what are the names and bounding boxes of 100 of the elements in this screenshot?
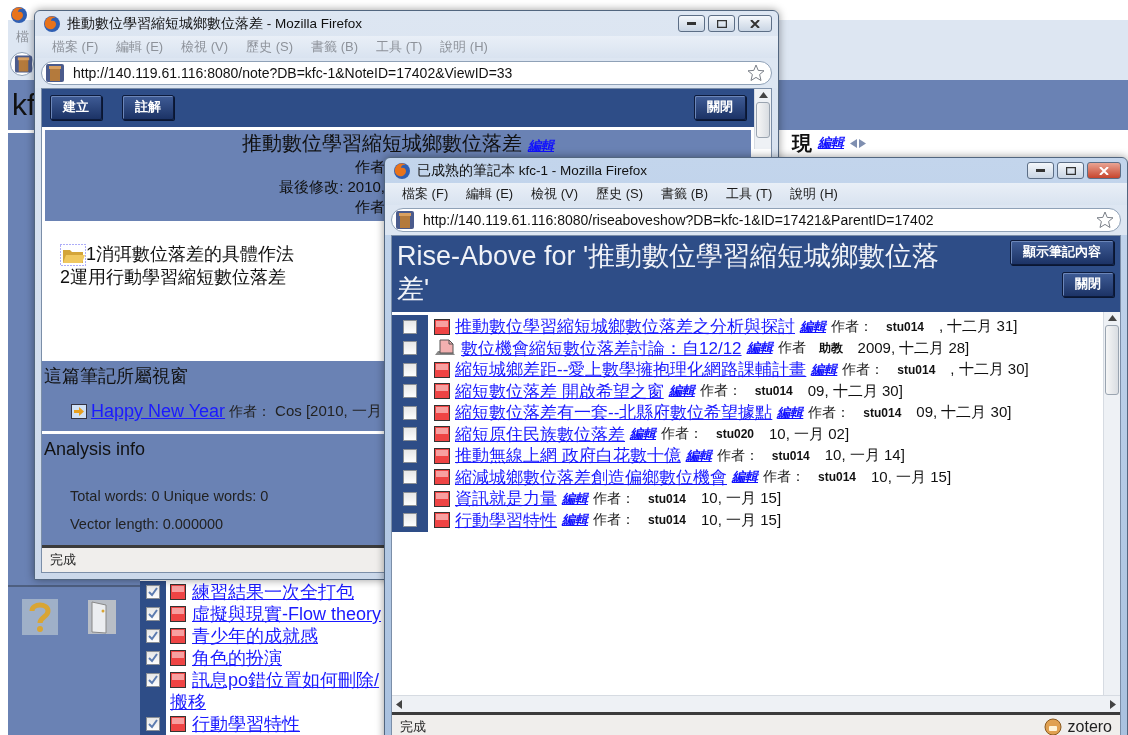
addon-icon[interactable] (1043, 718, 1062, 735)
close-button[interactable] (1087, 162, 1121, 179)
edit-link[interactable]: 編輯 (811, 360, 838, 379)
note-link[interactable]: 練習結果一次全打包 (170, 581, 385, 603)
edit-link[interactable]: 編輯 (800, 317, 826, 336)
checkbox[interactable] (146, 673, 160, 687)
checkbox[interactable] (403, 405, 417, 420)
firefox-icon (10, 6, 28, 24)
checkbox[interactable] (403, 470, 417, 484)
maximize-button[interactable] (1057, 162, 1084, 179)
note-link[interactable]: 縮減城鄉數位落差創造偏鄉數位機會 (455, 465, 727, 489)
menu-item[interactable]: 檢視 (V) (522, 185, 588, 203)
author-label: 作者： (699, 382, 742, 400)
maximize-button[interactable] (708, 15, 735, 32)
scroll-thumb[interactable] (1105, 325, 1119, 395)
note-icon (434, 490, 450, 507)
minimize-button[interactable] (1027, 162, 1054, 179)
checkbox[interactable] (146, 651, 160, 665)
edit-link[interactable]: 編輯 (746, 339, 773, 357)
note-link[interactable]: 數位機會縮短數位落差討論：自12/12 (461, 336, 742, 360)
note-meta-text: 作者 (355, 197, 385, 217)
checkbox[interactable] (403, 384, 417, 398)
note-link[interactable]: 縮短數位落差 開啟希望之窗 (455, 379, 664, 403)
checkbox[interactable] (403, 491, 417, 506)
toolbar-button[interactable]: 建立 (50, 95, 102, 120)
section-heading: 這篇筆記所屬視窗 (44, 365, 188, 388)
minimize-icon (687, 22, 696, 25)
scroll-left-icon[interactable] (396, 699, 402, 709)
window-title: 已成熟的筆記本 kfc-1 - Mozilla Firefox (417, 161, 648, 180)
vertical-scrollbar[interactable] (754, 89, 771, 149)
checkbox[interactable] (146, 717, 160, 731)
checkbox[interactable] (146, 607, 160, 621)
checkbox[interactable] (403, 448, 417, 463)
header-button[interactable]: 關閉 (1062, 272, 1114, 297)
checkbox[interactable] (403, 341, 417, 355)
checkbox[interactable] (403, 362, 417, 377)
note-link[interactable]: 角色的扮演 (170, 647, 385, 669)
author-label: 作者： (661, 425, 703, 443)
note-link[interactable]: 虛擬與現實-Flow theory (170, 603, 385, 625)
checkbox[interactable] (146, 585, 160, 599)
bookmark-star-icon[interactable] (747, 64, 765, 82)
toolbar-button[interactable]: 註解 (122, 95, 174, 120)
menu-item[interactable]: 書籤 (B) (652, 185, 718, 203)
edit-link[interactable]: 編輯 (685, 446, 712, 465)
menu-item[interactable]: 編輯 (E) (457, 185, 523, 203)
menu-item[interactable]: 工具 (T) (717, 185, 782, 203)
date-text: 09, 十二月 30] (916, 403, 1012, 422)
close-page-button[interactable]: 關閉 (694, 95, 746, 120)
page-heading: 現 (792, 133, 812, 153)
address-field[interactable]: http://140.119.61.116:8080/riseaboveshow?DB=kfc-1&ID=17421&ParentID=17402 (391, 208, 1121, 232)
checkbox[interactable] (403, 513, 417, 527)
scroll-up-icon[interactable] (758, 92, 768, 98)
note-link[interactable]: 推動無線上網 政府白花數十億 (455, 444, 681, 467)
note-icon (434, 318, 450, 335)
scroll-thumb[interactable] (756, 102, 770, 138)
edit-link[interactable]: 編輯 (562, 489, 588, 508)
maximize-icon (1065, 166, 1076, 175)
author-label: 作者： (842, 360, 885, 379)
note-link[interactable]: 推動數位學習縮短城鄉數位落差之分析與探討 (455, 315, 795, 338)
edit-link[interactable]: 編輯 (562, 511, 588, 529)
scroll-right-icon[interactable] (1110, 699, 1116, 709)
checkbox[interactable] (403, 319, 417, 334)
note-link[interactable]: 縮短城鄉差距--愛上數學擁抱理化網路課輔計畫 (455, 358, 807, 381)
scroll-up-icon[interactable] (1107, 315, 1117, 321)
edit-link[interactable]: 編輯 (732, 468, 758, 486)
page-heading: Rise-Above for '推動數位學習縮短城鄉數位落差' (397, 240, 941, 306)
edit-link[interactable]: 編輯 (668, 382, 695, 400)
bookmark-star-icon[interactable] (1096, 211, 1114, 229)
edit-link[interactable]: 編輯 (777, 403, 804, 422)
edit-link[interactable]: 編輯 (818, 134, 844, 152)
menu-item[interactable]: 檔案 (F) (393, 185, 458, 203)
edit-link[interactable]: 編輯 (630, 425, 656, 443)
status-text: 完成 (50, 551, 76, 569)
note-icon (170, 650, 186, 666)
horizontal-scrollbar[interactable] (392, 695, 1120, 712)
note-link[interactable]: 青少年的成就感 (170, 625, 385, 647)
note-link[interactable]: 縮短數位落差有一套--北縣府數位希望據點 (455, 401, 773, 424)
note-link[interactable]: 訊息po錯位置如何刪除/搬移 (170, 669, 385, 713)
note-icon (434, 383, 450, 399)
header-button[interactable]: 顯示筆記內容 (1010, 240, 1114, 265)
address-field[interactable] (10, 52, 34, 76)
note-link[interactable]: 縮短原住民族數位落差 (455, 422, 625, 446)
firefox-icon (43, 14, 61, 33)
checkbox[interactable] (403, 427, 417, 441)
note-icon (434, 361, 450, 378)
author-name: stu014 (648, 491, 687, 506)
note-link[interactable]: 行動學習特性 (455, 508, 557, 532)
close-button[interactable] (738, 15, 772, 32)
menu-item[interactable]: 歷史 (S) (587, 185, 653, 203)
addon-label: zotero (1067, 718, 1112, 735)
note-link[interactable]: 資訊就是力量 (455, 487, 557, 510)
checkbox[interactable] (146, 629, 160, 643)
left-right-arrows-icon[interactable] (850, 138, 866, 148)
minimize-button[interactable] (678, 15, 705, 32)
note-icon (434, 426, 450, 442)
vertical-scrollbar[interactable] (1103, 312, 1120, 695)
note-link[interactable]: 行動學習特性 (170, 713, 385, 735)
author-name: stu014 (863, 405, 902, 420)
address-field[interactable]: http://140.119.61.116:8080/note?DB=kfc-1&NoteID=17402&ViewID=33 (41, 61, 772, 85)
menu-item[interactable]: 說明 (H) (781, 185, 847, 203)
